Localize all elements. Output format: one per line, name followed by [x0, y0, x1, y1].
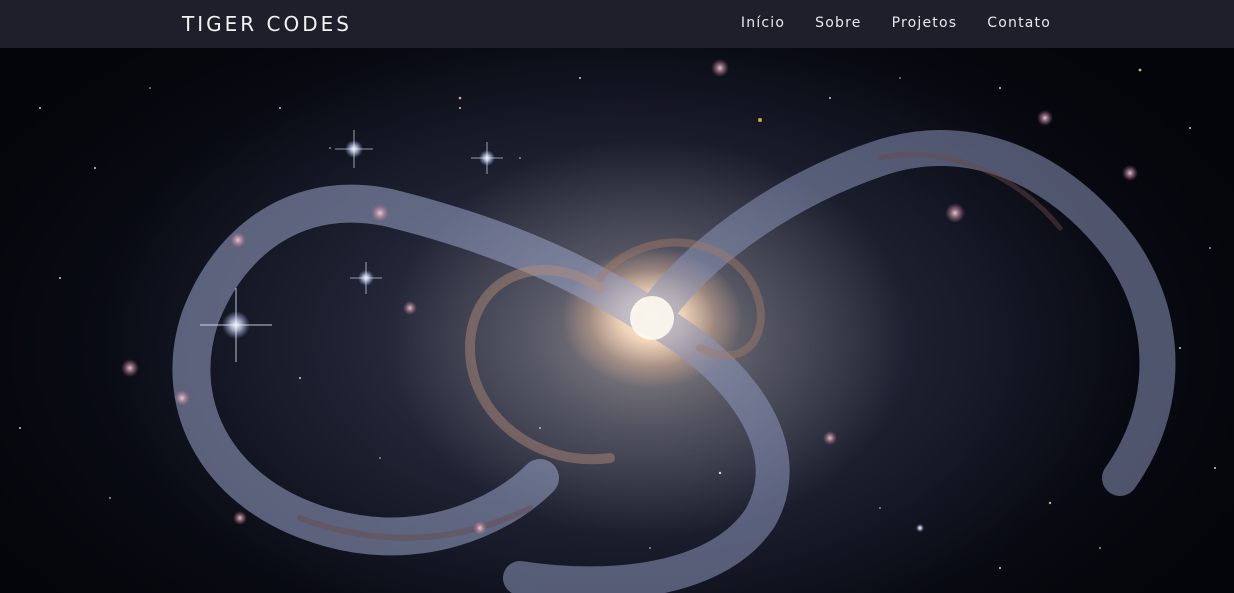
- nav-link-contato[interactable]: Contato: [987, 15, 1051, 31]
- hero-galaxy-image: [0, 48, 1234, 593]
- nav-link-sobre[interactable]: Sobre: [815, 15, 861, 31]
- site-logo[interactable]: TIGER CODES: [182, 12, 352, 36]
- nav-link-projetos[interactable]: Projetos: [892, 15, 958, 31]
- galaxy-illustration: [19, 59, 1216, 593]
- nav-link-inicio[interactable]: Início: [741, 15, 785, 31]
- site-header: TIGER CODES Início Sobre Projetos Contat…: [0, 0, 1234, 48]
- main-nav: Início Sobre Projetos Contato: [741, 15, 1051, 31]
